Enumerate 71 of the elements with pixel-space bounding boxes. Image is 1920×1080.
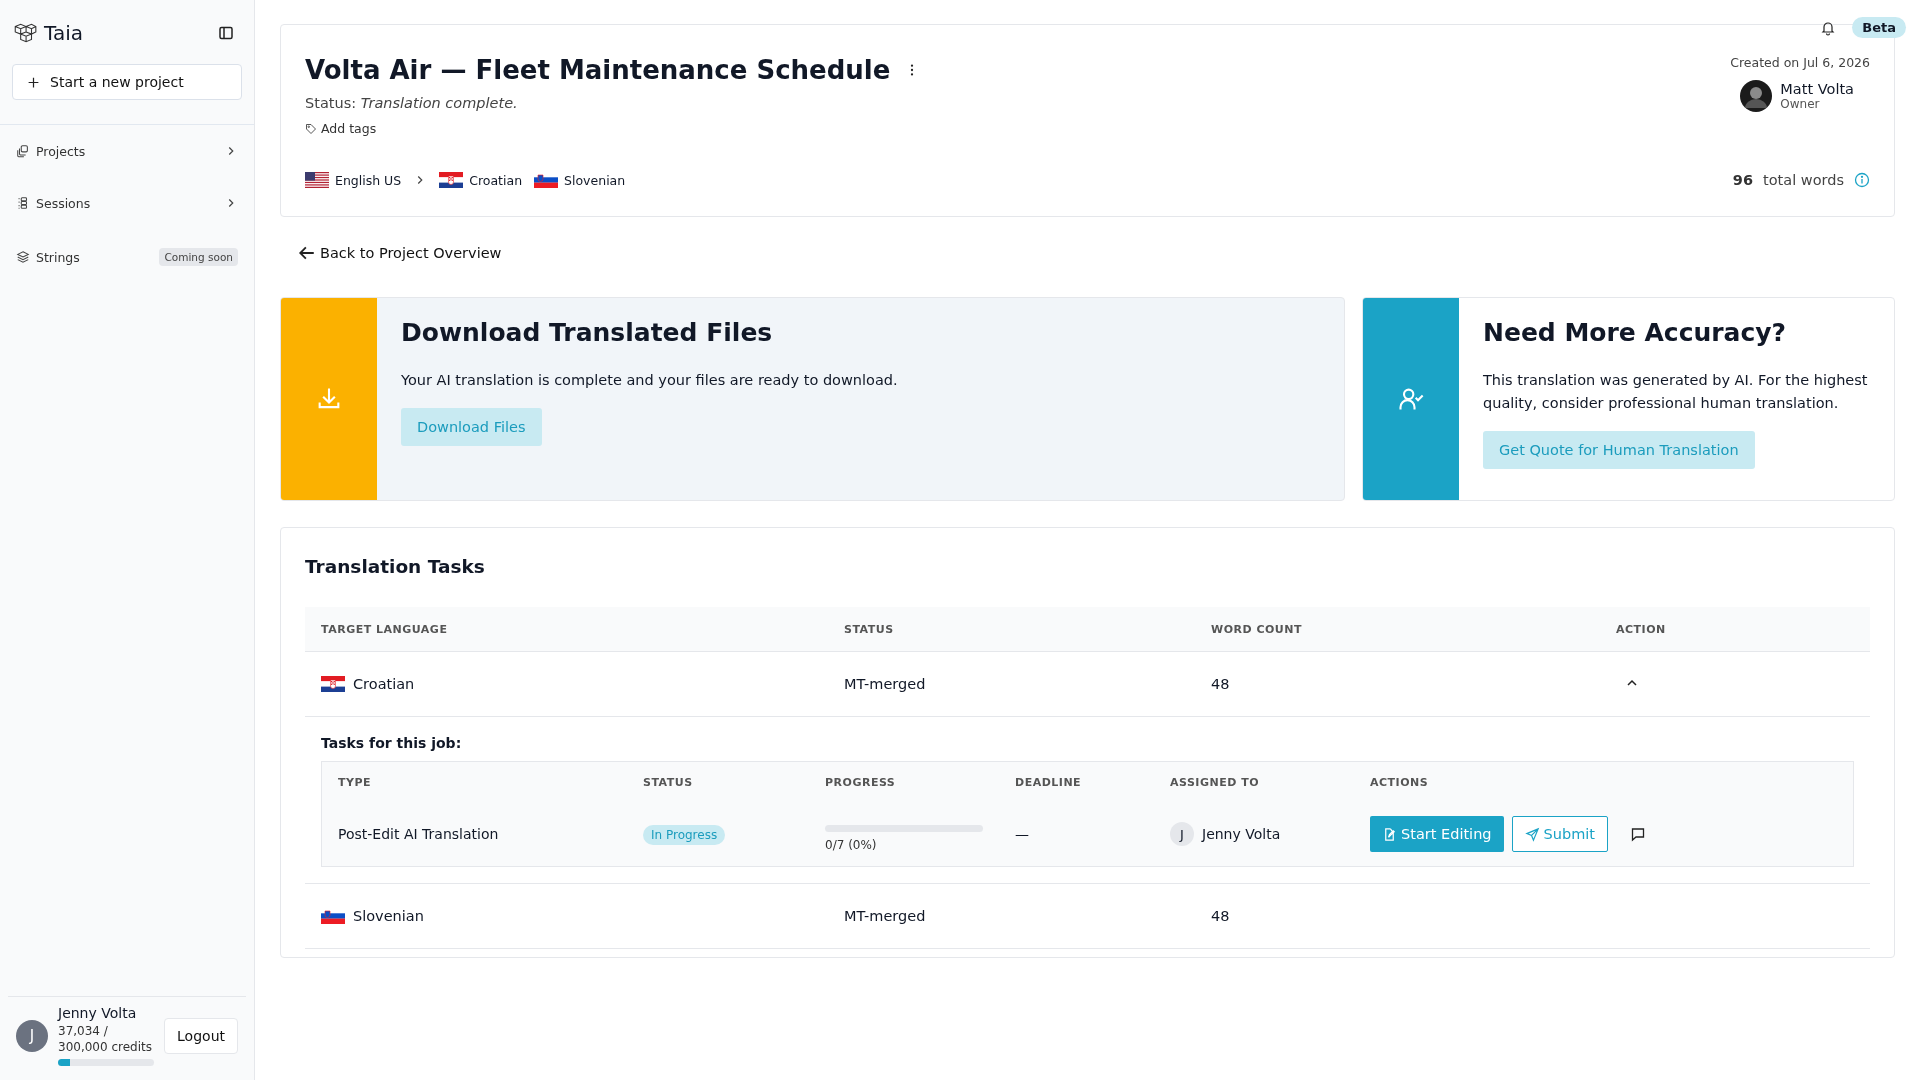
nav-item[interactable]: Sessions — [16, 177, 238, 229]
table-cell-text: — — [1015, 826, 1030, 842]
arrow-left-icon — [298, 244, 316, 262]
flag-icon — [305, 172, 329, 188]
plus-icon — [27, 75, 40, 89]
target-language: Slovenian — [564, 172, 626, 188]
edit-icon — [1382, 826, 1397, 842]
nav-item[interactable]: Projects — [16, 125, 238, 177]
status-badge: In Progress — [643, 825, 726, 845]
word-count: 96 — [1732, 172, 1754, 188]
project-title: Volta Air — Fleet Maintenance Schedule — [305, 55, 891, 85]
flag-icon — [439, 172, 464, 188]
table-cell-text: 48 — [1211, 676, 1231, 692]
table-cell-text: MT-merged — [844, 908, 927, 924]
assignee-avatar: J — [1170, 822, 1194, 846]
beta-badge: Beta — [1852, 17, 1906, 38]
progress-text: 0/7 (0%) — [825, 837, 878, 852]
info-icon[interactable] — [1854, 172, 1870, 188]
created-date: Created on Jul 6, 2026 — [1730, 55, 1870, 70]
column-header: WORD COUNT — [1211, 622, 1303, 636]
word-count-label: total words — [1763, 172, 1844, 188]
brand-name: Taia — [44, 21, 84, 45]
flag-icon — [321, 676, 345, 692]
section-title: Translation Tasks — [305, 556, 486, 577]
source-language: English US — [335, 172, 402, 188]
card-title: Need More Accuracy? — [1483, 318, 1788, 347]
more-icon[interactable] — [910, 63, 915, 77]
flag-icon — [534, 172, 559, 188]
copy-icon — [16, 144, 30, 158]
sidebar-toggle-icon[interactable] — [218, 25, 234, 41]
add-tags-button[interactable]: Add tags — [305, 121, 377, 136]
coming-soon-badge: Coming soon — [159, 248, 238, 266]
flag-icon — [321, 908, 345, 924]
table-cell-text: MT-merged — [844, 676, 927, 692]
column-header: TYPE — [338, 775, 373, 789]
user-avatar: J — [16, 1019, 48, 1052]
language-name: Croatian — [353, 676, 415, 692]
bell-icon[interactable] — [1820, 19, 1837, 36]
target-language: Croatian — [469, 172, 523, 188]
table-cell-text: 48 — [1211, 908, 1231, 924]
column-header: STATUS — [643, 775, 694, 789]
credits-text: 37,034 / 300,000 credits — [58, 1023, 153, 1055]
column-header: ACTION — [1616, 622, 1667, 636]
column-header: PROGRESS — [825, 775, 897, 789]
column-header: DEADLINE — [1015, 775, 1083, 789]
tag-icon — [305, 122, 317, 135]
table-cell-text: Post-Edit AI Translation — [338, 826, 500, 842]
avatar-icon — [1740, 80, 1773, 112]
column-header: STATUS — [844, 622, 895, 636]
nav-item[interactable]: Strings Coming soon — [16, 229, 238, 285]
stack-icon — [16, 196, 30, 210]
comment-icon[interactable] — [1630, 826, 1646, 842]
card-text: Your AI translation is complete and your files are ready to download. — [401, 371, 898, 390]
language-name: Slovenian — [353, 908, 424, 924]
status-label: Status: — [305, 95, 357, 111]
user-name: Jenny Volta — [58, 1005, 138, 1021]
column-header: ASSIGNED TO — [1170, 775, 1261, 789]
layers-icon — [16, 250, 30, 264]
column-header: ACTIONS — [1370, 775, 1430, 789]
status-value: Translation complete. — [360, 95, 518, 111]
send-icon — [1524, 826, 1540, 842]
assignee-name: Jenny Volta — [1202, 826, 1281, 842]
back-link[interactable]: Back to Project Overview — [298, 244, 1895, 262]
subtasks-title: Tasks for this job: — [321, 735, 463, 751]
owner-role: Owner — [1780, 97, 1821, 111]
owner-name: Matt Volta — [1780, 81, 1854, 97]
new-project-button[interactable]: Start a new project — [12, 64, 242, 100]
column-header: TARGET LANGUAGE — [321, 622, 449, 636]
logout-button[interactable]: Logout — [164, 1017, 238, 1054]
card-title: Download Translated Files — [401, 318, 774, 347]
card-text: This translation was generated by AI. For the highest quality, consider professional human translation. — [1483, 371, 1869, 413]
